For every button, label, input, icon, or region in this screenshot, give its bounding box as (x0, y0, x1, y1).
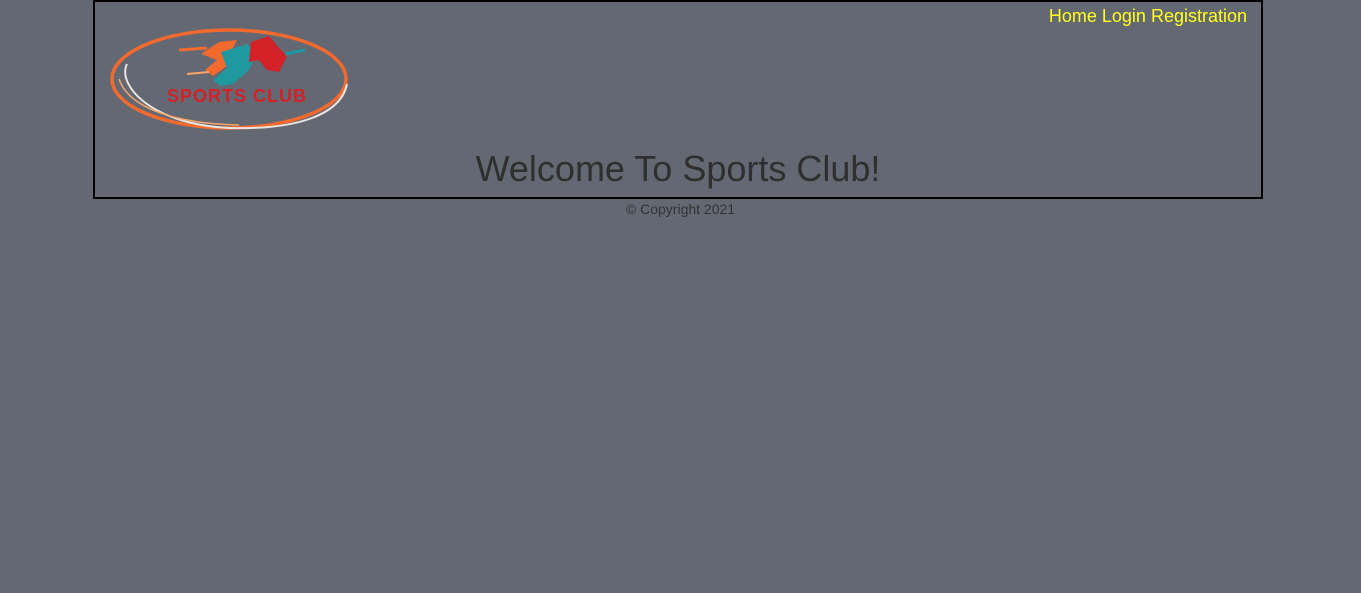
sports-club-logo: SPORTS CLUB (109, 24, 355, 136)
nav-home-link[interactable]: Home (1049, 6, 1097, 26)
logo-stroke-1 (178, 46, 208, 52)
logo-text: SPORTS CLUB (167, 86, 307, 106)
welcome-heading: Welcome To Sports Club! (475, 148, 881, 189)
player-red-icon (249, 36, 287, 72)
logo-stroke-2 (284, 48, 306, 56)
page: SPORTS CLUB Home Login Registration Welc… (0, 0, 1361, 593)
logo-graphic: SPORTS CLUB (110, 28, 348, 130)
nav-registration-link[interactable]: Registration (1151, 6, 1247, 26)
logo-stroke-3 (186, 71, 210, 75)
top-nav: Home Login Registration (1049, 5, 1247, 27)
footer-copyright: © Copyright 2021 (625, 201, 736, 217)
header-box: SPORTS CLUB Home Login Registration Welc… (93, 0, 1263, 199)
nav-login-link[interactable]: Login (1102, 6, 1146, 26)
